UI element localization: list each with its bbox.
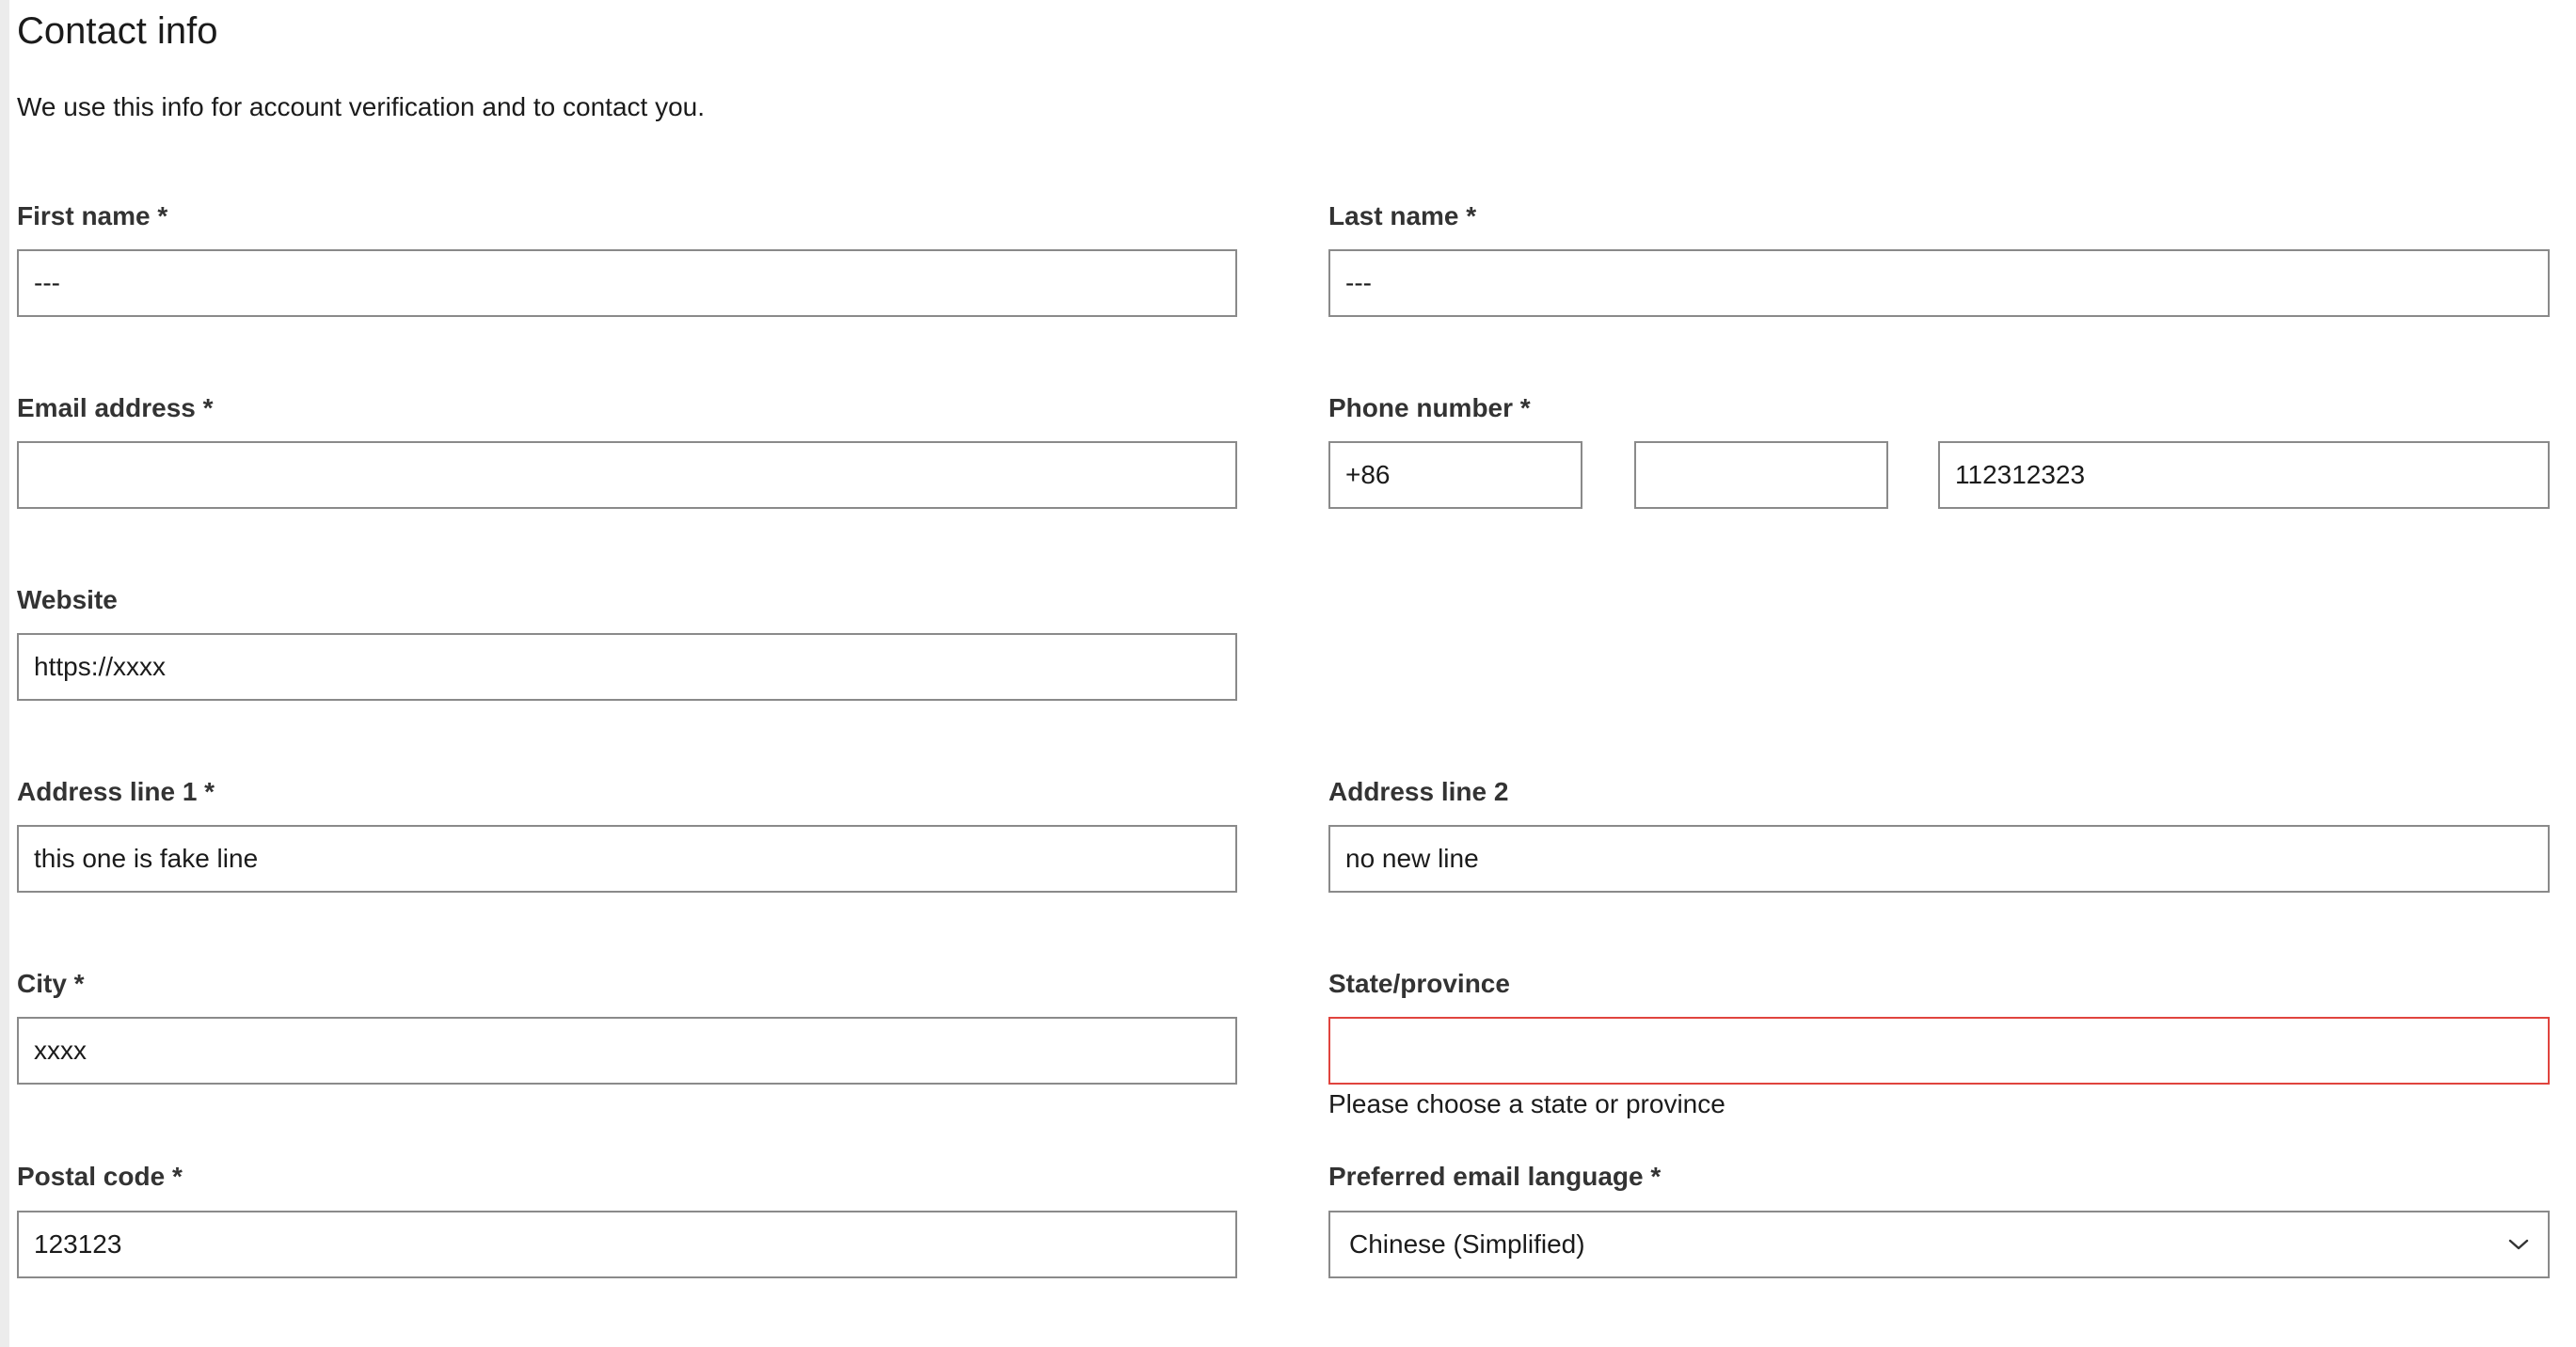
address-line2-label: Address line 2 — [1328, 777, 1509, 806]
chevron-down-icon — [2506, 1232, 2531, 1257]
website-label: Website — [17, 585, 118, 614]
phone-country-code-input[interactable] — [1328, 441, 1582, 509]
phone-number-input[interactable] — [1938, 441, 2550, 509]
page-title: Contact info — [17, 10, 218, 52]
postal-code-label: Postal code * — [17, 1162, 183, 1191]
last-name-input[interactable] — [1328, 249, 2550, 317]
city-input[interactable] — [17, 1017, 1237, 1085]
email-language-select[interactable]: Chinese (Simplified) — [1328, 1211, 2550, 1278]
phone-area-code-input[interactable] — [1634, 441, 1888, 509]
address-line1-label: Address line 1 * — [17, 777, 215, 806]
state-province-error: Please choose a state or province — [1328, 1089, 1725, 1118]
last-name-label: Last name * — [1328, 201, 1477, 230]
website-input[interactable] — [17, 633, 1237, 701]
first-name-label: First name * — [17, 201, 168, 230]
email-label: Email address * — [17, 393, 214, 422]
page-description: We use this info for account verificatio… — [17, 92, 705, 121]
phone-label: Phone number * — [1328, 393, 1531, 422]
city-label: City * — [17, 969, 85, 998]
left-edge-rule — [0, 0, 9, 1347]
address-line2-input[interactable] — [1328, 825, 2550, 893]
email-language-label: Preferred email language * — [1328, 1162, 1662, 1191]
email-language-selected: Chinese (Simplified) — [1349, 1229, 1585, 1259]
state-province-input[interactable] — [1328, 1017, 2550, 1085]
email-input[interactable] — [17, 441, 1237, 509]
address-line1-input[interactable] — [17, 825, 1237, 893]
postal-code-input[interactable] — [17, 1211, 1237, 1278]
first-name-input[interactable] — [17, 249, 1237, 317]
state-province-label: State/province — [1328, 969, 1510, 998]
